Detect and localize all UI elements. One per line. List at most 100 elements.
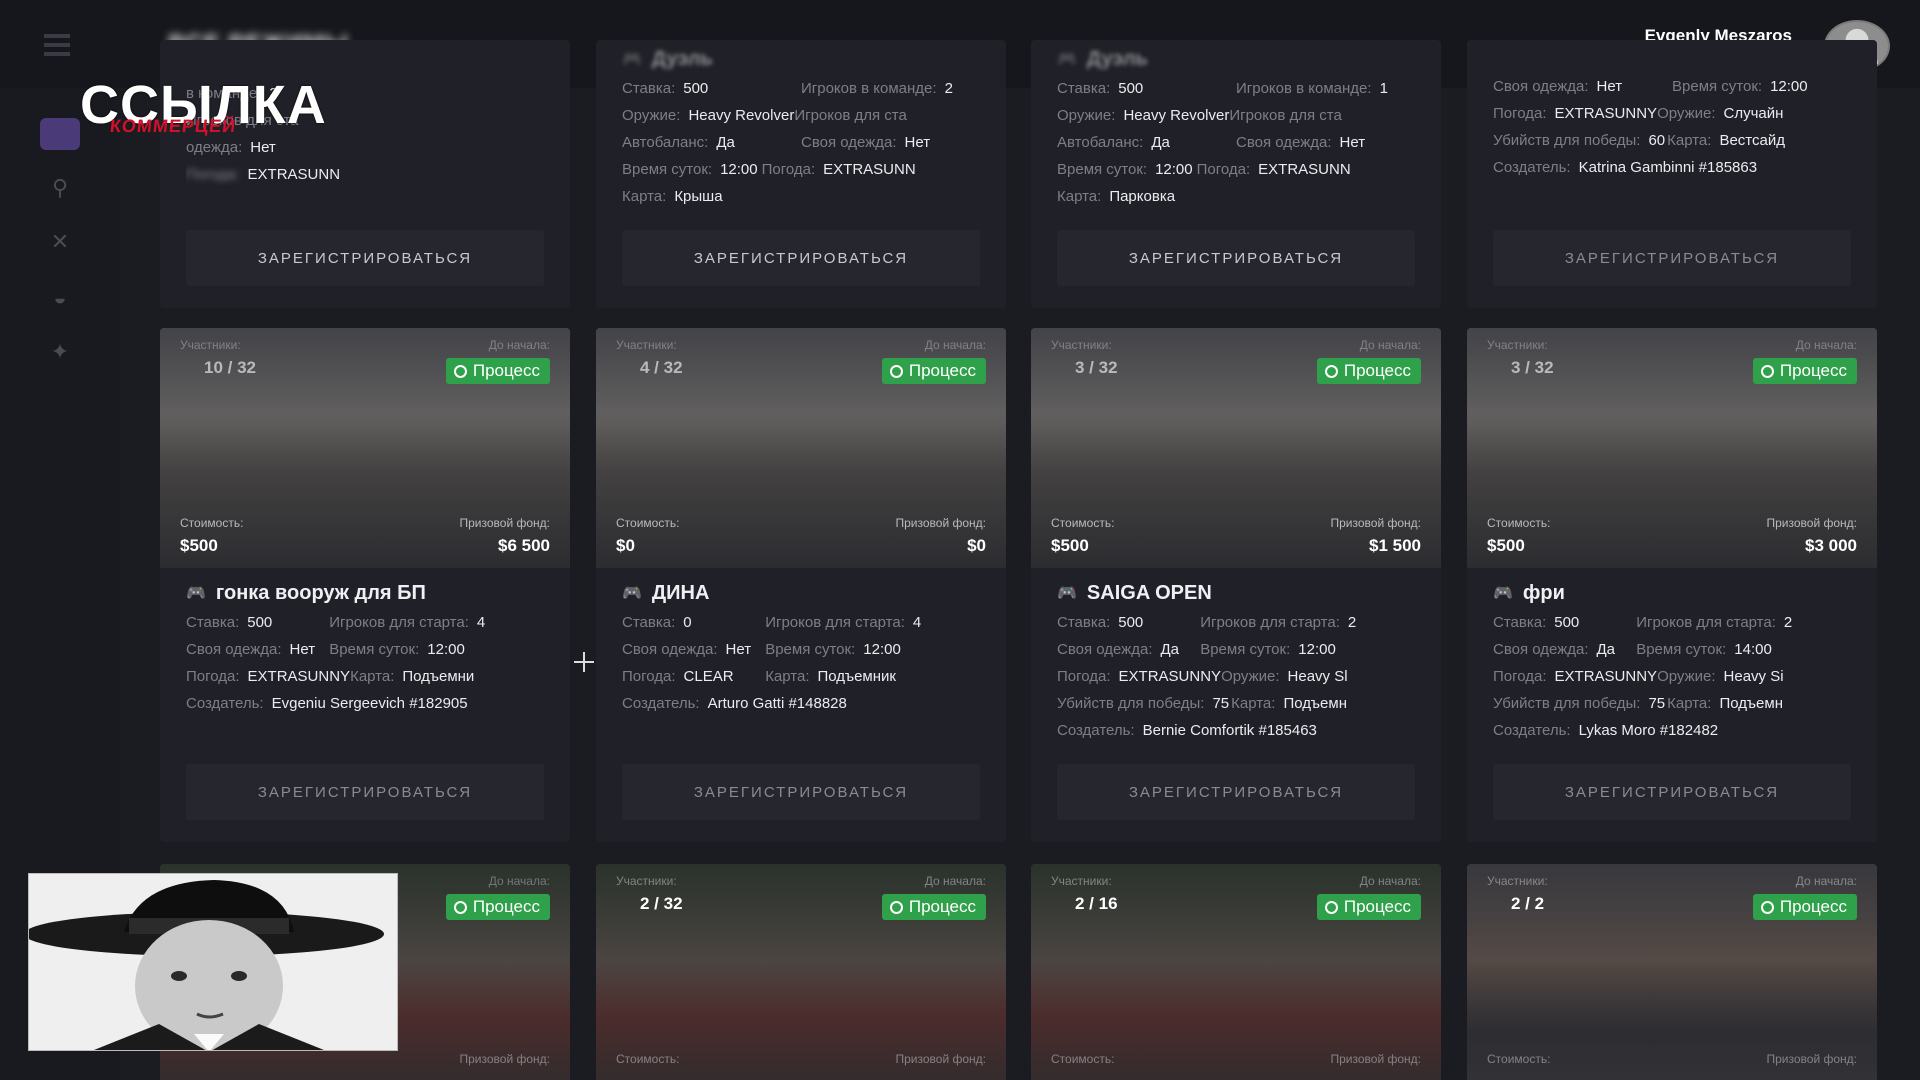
status-text: Процесс [472, 361, 540, 380]
card-title-text: Дуэль [1086, 48, 1148, 70]
card-title-text: Дуэль [651, 48, 713, 70]
participants-label: Участники: [1051, 874, 1112, 888]
field-label: Карта: [350, 668, 395, 685]
register-button[interactable]: ЗАРЕГИСТРИРОВАТЬСЯ [1057, 230, 1415, 286]
card-title-text: ДИНА [651, 582, 710, 604]
prize-label: Призовой фонд: [895, 516, 986, 530]
prize-label: Призовой фонд: [895, 1052, 986, 1066]
participants-label: Участники: [616, 874, 677, 888]
field-value: 4 [912, 614, 922, 631]
field-value: 500 [1118, 614, 1144, 631]
field-value: 500 [247, 614, 273, 631]
status-badge: Процесс [881, 894, 986, 920]
clock-icon [1324, 900, 1338, 914]
field-value: 2 [1347, 614, 1357, 631]
status-text: Процесс [1779, 361, 1847, 380]
field-label: Время суток: [1672, 78, 1763, 95]
register-button[interactable]: ЗАРЕГИСТРИРОВАТЬСЯ [1493, 764, 1851, 820]
field-label: Своя одежда: [1493, 78, 1589, 95]
field-value: 500 [1118, 80, 1144, 97]
start-label: До начала: [1795, 338, 1857, 352]
map-thumbnail: Участники: До начала: 4 / 32 Процесс Сто… [596, 328, 1006, 568]
field-value: Нет [904, 134, 931, 151]
field-value: Подъемник [817, 668, 896, 685]
card-row: Ставка: 500 Игроков для старта: 2 [1057, 609, 1415, 636]
card-row: Создатель: Lykas Moro #182482 [1493, 717, 1851, 744]
field-value: 14:00 [1734, 641, 1772, 658]
participants-count: 2 / 2 [1511, 894, 1545, 913]
field-label: Игроков в команде: [1236, 80, 1372, 97]
field-label: Своя одежда: [1236, 134, 1332, 151]
field-value: 0 [683, 614, 692, 631]
status-badge: Процесс [445, 358, 550, 384]
card-title-text: гонка вооруж для БП [215, 582, 426, 604]
participants-label: Участники: [180, 338, 241, 352]
field-label: Создатель: [186, 695, 264, 712]
field-value: 500 [683, 80, 709, 97]
card-row: Погода: EXTRASUNNY Оружие: Heavy Si [1493, 663, 1851, 690]
menu-icon[interactable] [44, 34, 70, 56]
field-label: Время суток: [1057, 161, 1148, 178]
mode-card: 🎮 Дуэль Ставка: 500 Игроков в команде: 1 Ору… [1031, 40, 1441, 308]
status-text: Процесс [1779, 897, 1847, 916]
field-label: Создатель: [1057, 722, 1135, 739]
swords-icon[interactable]: ✕ [36, 222, 84, 262]
field-value: Подъемни [402, 668, 475, 685]
field-label: Погода: [1057, 668, 1111, 685]
field-label: Время суток: [765, 641, 856, 658]
gamepad-icon: 🎮 [1057, 51, 1077, 68]
prize-value: $0 [967, 536, 986, 555]
field-value: Нет [250, 139, 276, 156]
modes-icon[interactable] [40, 118, 80, 150]
person-photo [29, 874, 397, 1050]
register-button[interactable]: ЗАРЕГИСТРИРОВАТЬСЯ [1493, 230, 1851, 286]
mode-card: Участники: До начала: 10 / 32 Процесс Ст… [160, 328, 570, 842]
start-label: До начала: [1359, 874, 1421, 888]
prize-label: Призовой фонд: [459, 1052, 550, 1066]
mask-icon[interactable]: ◒ [36, 278, 84, 318]
card-row: Погода: EXTRASUNNY Карта: Подъемни [186, 663, 544, 690]
field-value: Arturo Gatti #148828 [707, 695, 847, 712]
card-row: Своя одежда: Нет Время суток: 12:00 [186, 636, 544, 663]
field-value: 12:00 [1298, 641, 1336, 658]
start-label: До начала: [1795, 874, 1857, 888]
card-row: Погода: EXTRASUNNY Оружие: Heavy Sl [1057, 663, 1415, 690]
status-text: Процесс [1343, 361, 1411, 380]
gamepad-icon[interactable]: ✦ [36, 332, 84, 372]
search-icon[interactable]: ⚲ [36, 168, 84, 208]
cost-label: Стоимость: [1051, 1052, 1115, 1066]
field-value: 75 [1212, 695, 1230, 712]
card-title: 🎮 Дуэль [1057, 46, 1415, 73]
register-button[interactable]: ЗАРЕГИСТРИРОВАТЬСЯ [622, 764, 980, 820]
clock-icon [1324, 364, 1338, 378]
card-row: Своя одежда: Нет Время суток: 12:00 [1493, 73, 1851, 100]
participants-count: 2 / 16 [1075, 894, 1118, 913]
field-label: Оружие: [622, 107, 681, 124]
field-value: Evgeniu Sergeevich #182905 [271, 695, 468, 712]
field-value: Подъемн [1719, 695, 1783, 712]
card-title-text: SAIGA OPEN [1086, 582, 1212, 604]
field-label: Создатель: [1493, 159, 1571, 176]
clock-icon [453, 900, 467, 914]
cost-label: Стоимость: [180, 516, 244, 530]
register-button[interactable]: ЗАРЕГИСТРИРОВАТЬСЯ [1057, 764, 1415, 820]
field-label: Оружие: [1657, 105, 1716, 122]
gamepad-icon: 🎮 [1057, 585, 1077, 602]
field-label: Игроков для старта: [1200, 614, 1340, 631]
register-button[interactable]: ЗАРЕГИСТРИРОВАТЬСЯ [186, 230, 544, 286]
status-badge: Процесс [1752, 358, 1857, 384]
field-label: Оружие: [1657, 668, 1716, 685]
logo-sub-text: КОММЕРЦЕЙ [109, 116, 238, 136]
field-label: Ставка: [1057, 80, 1111, 97]
register-button[interactable]: ЗАРЕГИСТРИРОВАТЬСЯ [186, 764, 544, 820]
field-value: Вестсайд [1719, 132, 1785, 149]
status-badge: Процесс [1316, 358, 1421, 384]
field-label: Ставка: [622, 614, 676, 631]
field-label: Время суток: [622, 161, 713, 178]
field-label: Погода: [1493, 105, 1547, 122]
field-label: Оружие: [1057, 107, 1116, 124]
register-button[interactable]: ЗАРЕГИСТРИРОВАТЬСЯ [622, 230, 980, 286]
field-value: Heavy Revolver [688, 107, 795, 124]
field-label: Погода: [1493, 668, 1547, 685]
clock-icon [453, 364, 467, 378]
